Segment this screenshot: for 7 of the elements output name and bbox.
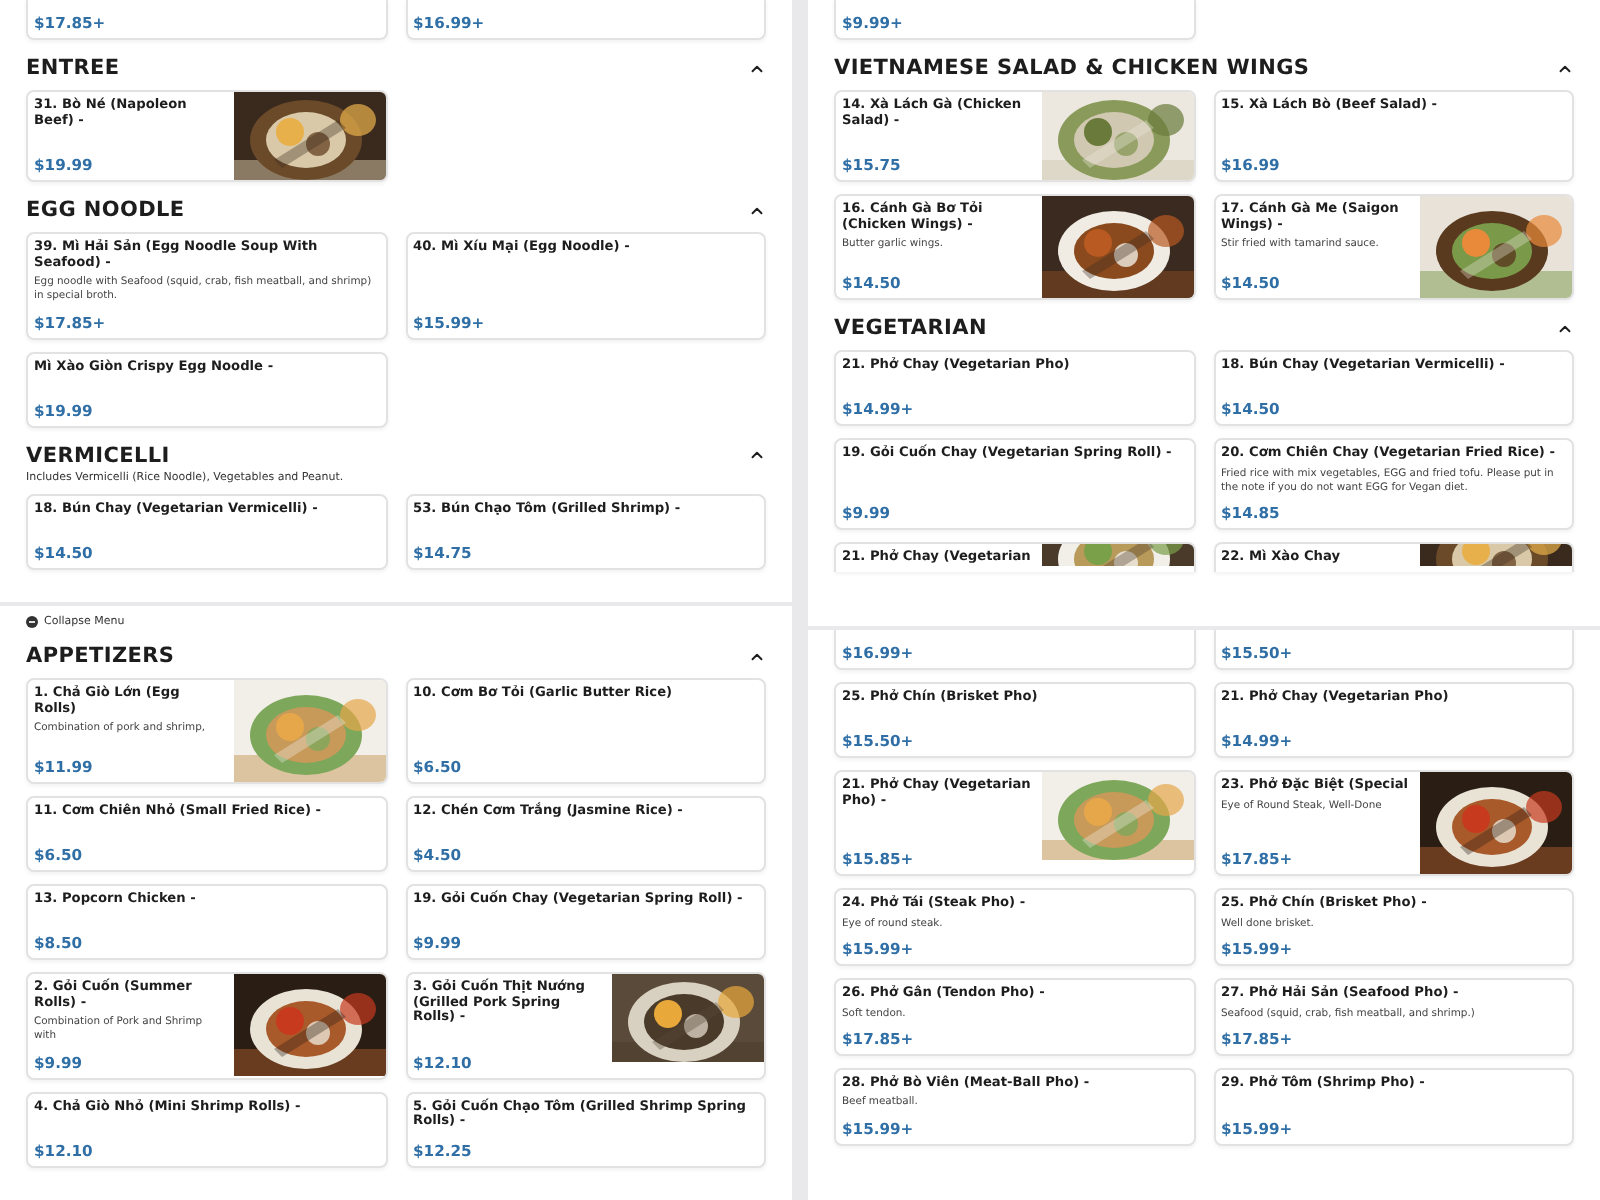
- section-title: VERMICELLI: [26, 443, 170, 468]
- section-title: VEGETARIAN: [834, 316, 987, 340]
- minus-circle-icon: [26, 616, 38, 628]
- section-title: ENTREE: [26, 56, 120, 80]
- section-title: EGG NOODLE: [26, 198, 185, 222]
- section-title: APPETIZERS: [26, 644, 175, 668]
- section-title: VIETNAMESE SALAD & CHICKEN WINGS: [834, 56, 1310, 80]
